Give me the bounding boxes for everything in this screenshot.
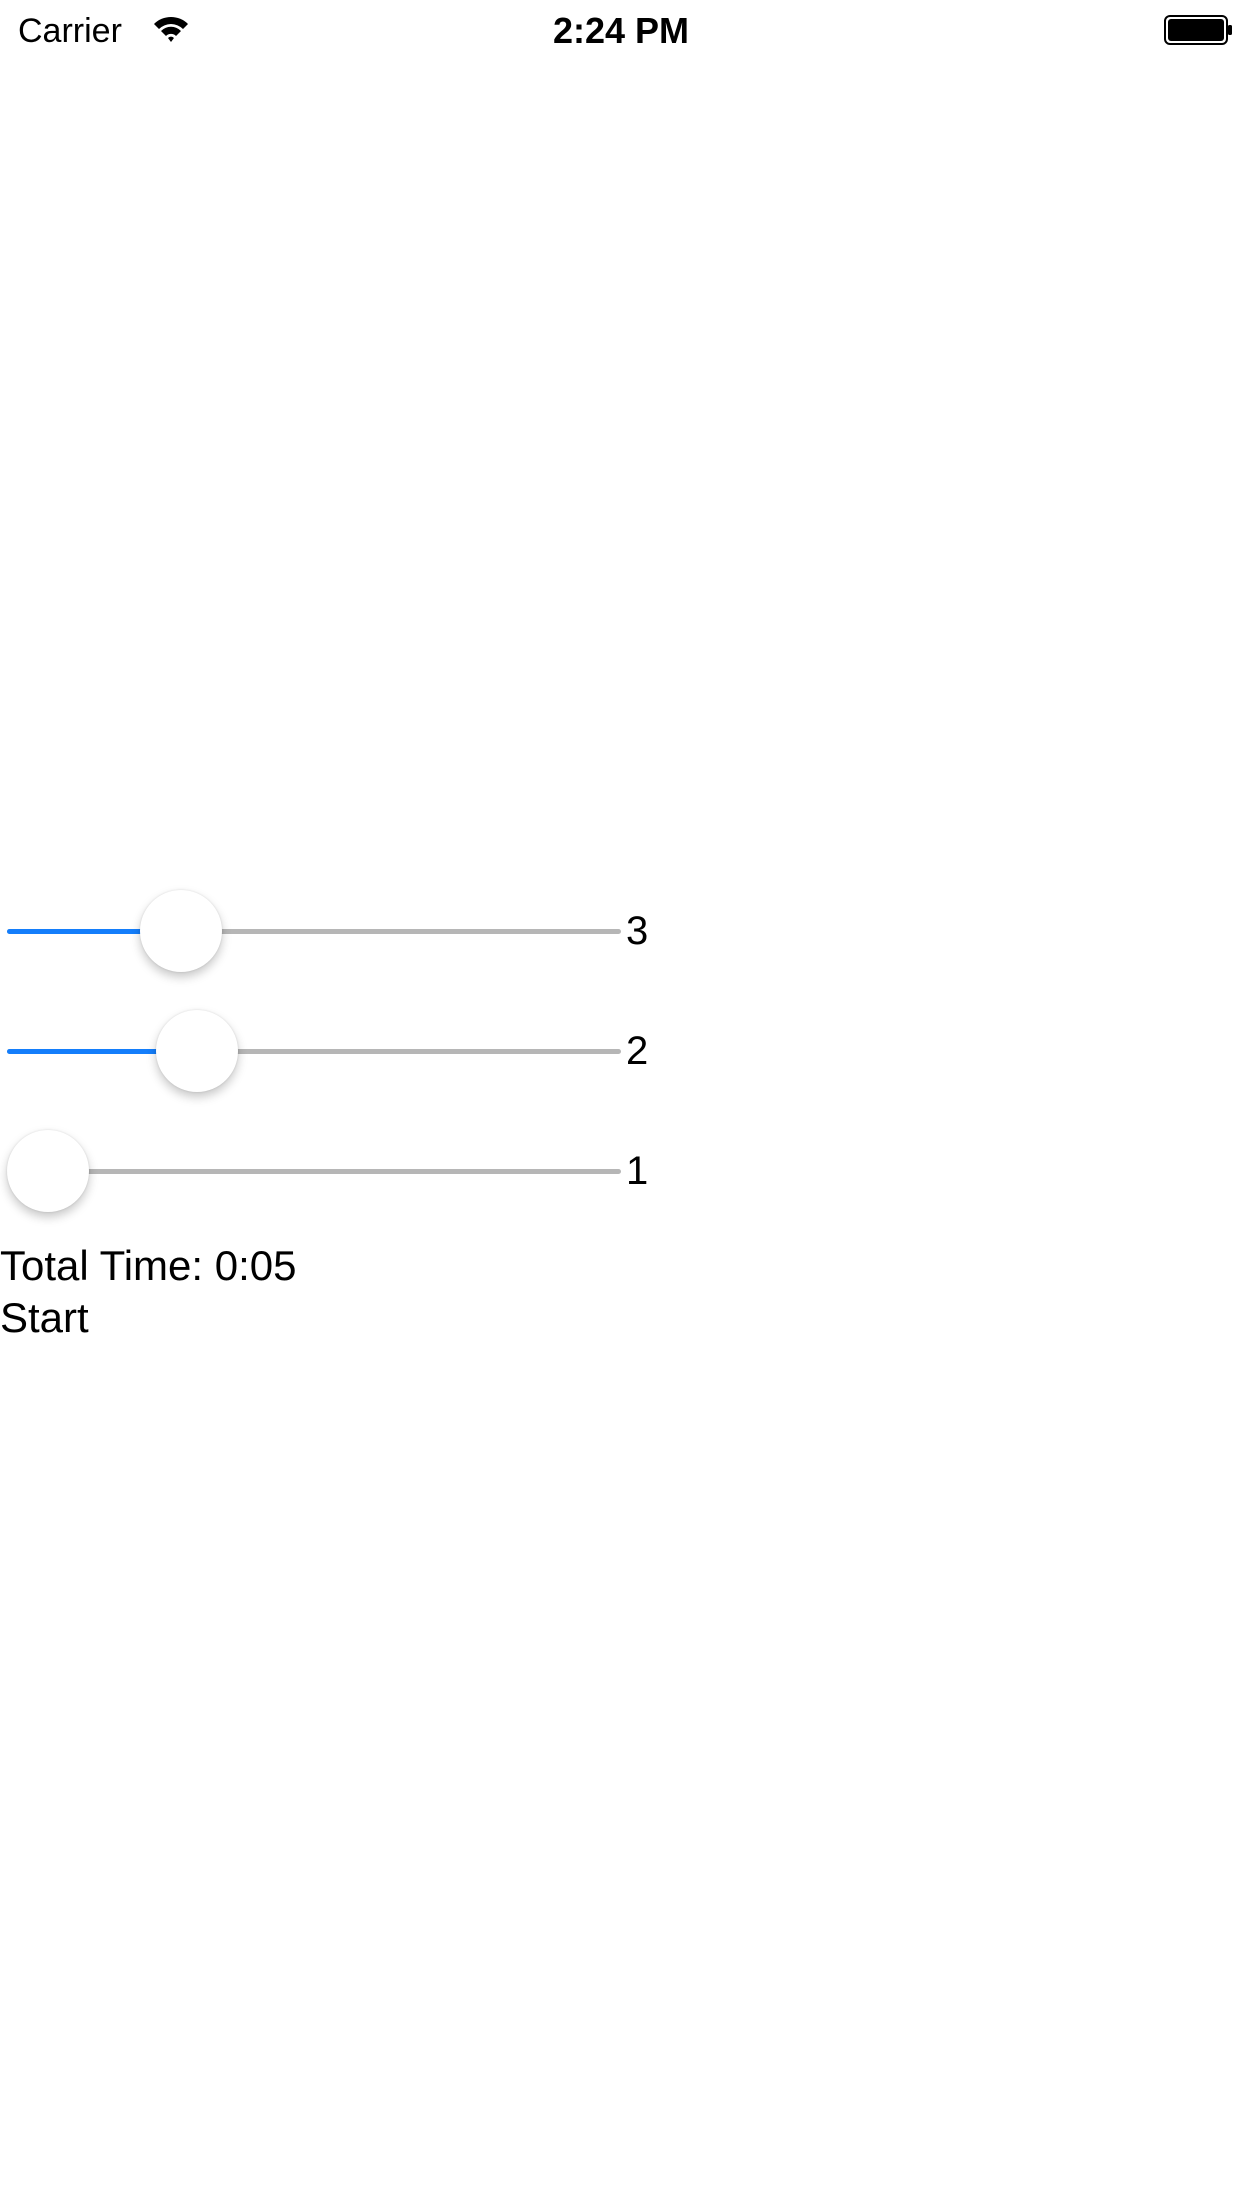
- slider-track[interactable]: [7, 1049, 621, 1054]
- status-time: 2:24 PM: [552, 10, 690, 51]
- slider-track[interactable]: [7, 929, 621, 934]
- slider-3[interactable]: 1: [0, 1126, 700, 1216]
- slider-value-label: 3: [626, 909, 649, 953]
- slider-thumb[interactable]: [7, 1130, 89, 1212]
- slider-thumb[interactable]: [140, 890, 222, 972]
- start-button[interactable]: Start: [0, 1292, 89, 1344]
- battery-icon: [1164, 15, 1232, 45]
- slider-value-label: 1: [626, 1149, 649, 1193]
- slider-2[interactable]: 2: [0, 1006, 700, 1096]
- slider-track[interactable]: [7, 1169, 621, 1174]
- slider-thumb[interactable]: [155, 1010, 238, 1092]
- slider-1[interactable]: 3: [0, 886, 700, 976]
- total-time-label: Total Time: 0:05: [0, 1242, 297, 1289]
- slider-value-label: 2: [626, 1029, 649, 1073]
- status-bar: Carrier 2:24 PM: [0, 0, 1242, 60]
